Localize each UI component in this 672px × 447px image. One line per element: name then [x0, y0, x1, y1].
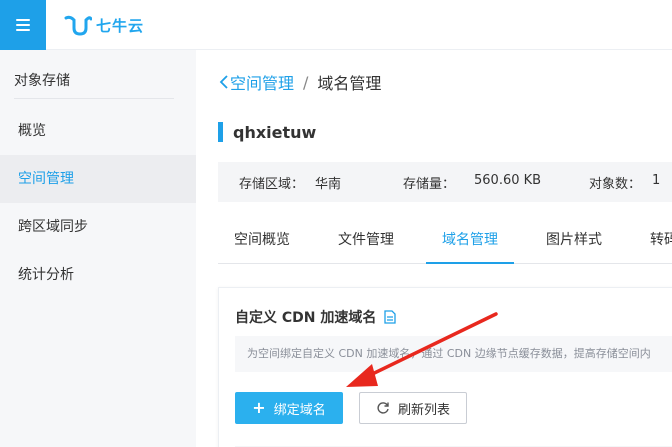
tab-bucket-overview[interactable]: 空间概览: [218, 216, 306, 264]
tab-bar: 空间概览 文件管理 域名管理 图片样式 转码: [218, 216, 672, 264]
sidebar-item-statistics[interactable]: 统计分析: [0, 251, 196, 299]
logo[interactable]: 七牛云: [64, 12, 144, 38]
objects-label: 对象数：: [589, 177, 642, 192]
breadcrumb: 空间管理 / 域名管理: [218, 70, 381, 94]
sidebar-title: 对象存储: [14, 73, 70, 89]
cdn-title-text: 自定义 CDN 加速域名: [235, 310, 377, 326]
cdn-domain-panel: 自定义 CDN 加速域名 为空间绑定自定义 CDN 加速域名，通过 CDN 边缘…: [218, 287, 672, 447]
logo-text: 七牛云: [96, 16, 145, 35]
bucket-name: qhxietuw: [233, 122, 317, 142]
region-value: 华南: [315, 177, 342, 192]
region-label: 存储区域：: [239, 177, 305, 192]
cdn-description: 为空间绑定自定义 CDN 加速域名，通过 CDN 边缘节点缓存数据，提高存储空间…: [235, 336, 672, 372]
tab-domain-management[interactable]: 域名管理: [426, 216, 514, 264]
refresh-icon: [377, 402, 389, 414]
sidebar-item-overview[interactable]: 概览: [0, 107, 196, 155]
bind-domain-button[interactable]: + 绑定域名: [235, 392, 343, 424]
refresh-list-label: 刷新列表: [397, 402, 450, 418]
top-bar: 七牛云: [0, 0, 672, 50]
breadcrumb-back-link[interactable]: 空间管理: [218, 70, 294, 94]
menu-button[interactable]: [0, 0, 46, 50]
qiniu-logo-icon: [64, 15, 92, 36]
cdn-section-title: 自定义 CDN 加速域名: [235, 307, 397, 327]
tab-transcoding[interactable]: 转码: [634, 216, 672, 264]
chevron-left-icon: [219, 75, 228, 89]
sidebar-item-bucket-management[interactable]: 空间管理: [0, 155, 196, 203]
tab-image-styles[interactable]: 图片样式: [530, 216, 618, 264]
menu-line: [16, 19, 30, 21]
bucket-title: qhxietuw: [218, 122, 316, 142]
sidebar: 对象存储 概览 空间管理 跨区域同步 统计分析: [0, 50, 196, 447]
tab-file-management[interactable]: 文件管理: [322, 216, 410, 264]
main-content: 空间管理 / 域名管理 qhxietuw 存储区域： 华南 存储量： 560.6…: [196, 50, 672, 447]
bucket-info-bar: 存储区域： 华南 存储量： 560.60 KB 对象数： 1: [218, 162, 672, 202]
document-icon[interactable]: [384, 310, 397, 324]
menu-line: [16, 29, 30, 31]
objects-value: 1: [652, 173, 661, 188]
storage-value: 560.60 KB: [474, 173, 542, 188]
sidebar-divider: [14, 98, 174, 99]
breadcrumb-current: 域名管理: [317, 74, 382, 93]
title-accent-bar: [218, 122, 223, 142]
breadcrumb-separator: /: [303, 72, 309, 92]
breadcrumb-back-label: 空间管理: [230, 74, 295, 93]
plus-icon: +: [252, 398, 266, 417]
menu-line: [16, 24, 30, 26]
refresh-list-button[interactable]: 刷新列表: [359, 392, 467, 424]
storage-label: 存储量：: [403, 177, 456, 192]
sidebar-item-cross-region-sync[interactable]: 跨区域同步: [0, 203, 196, 251]
bind-domain-label: 绑定域名: [273, 402, 326, 418]
